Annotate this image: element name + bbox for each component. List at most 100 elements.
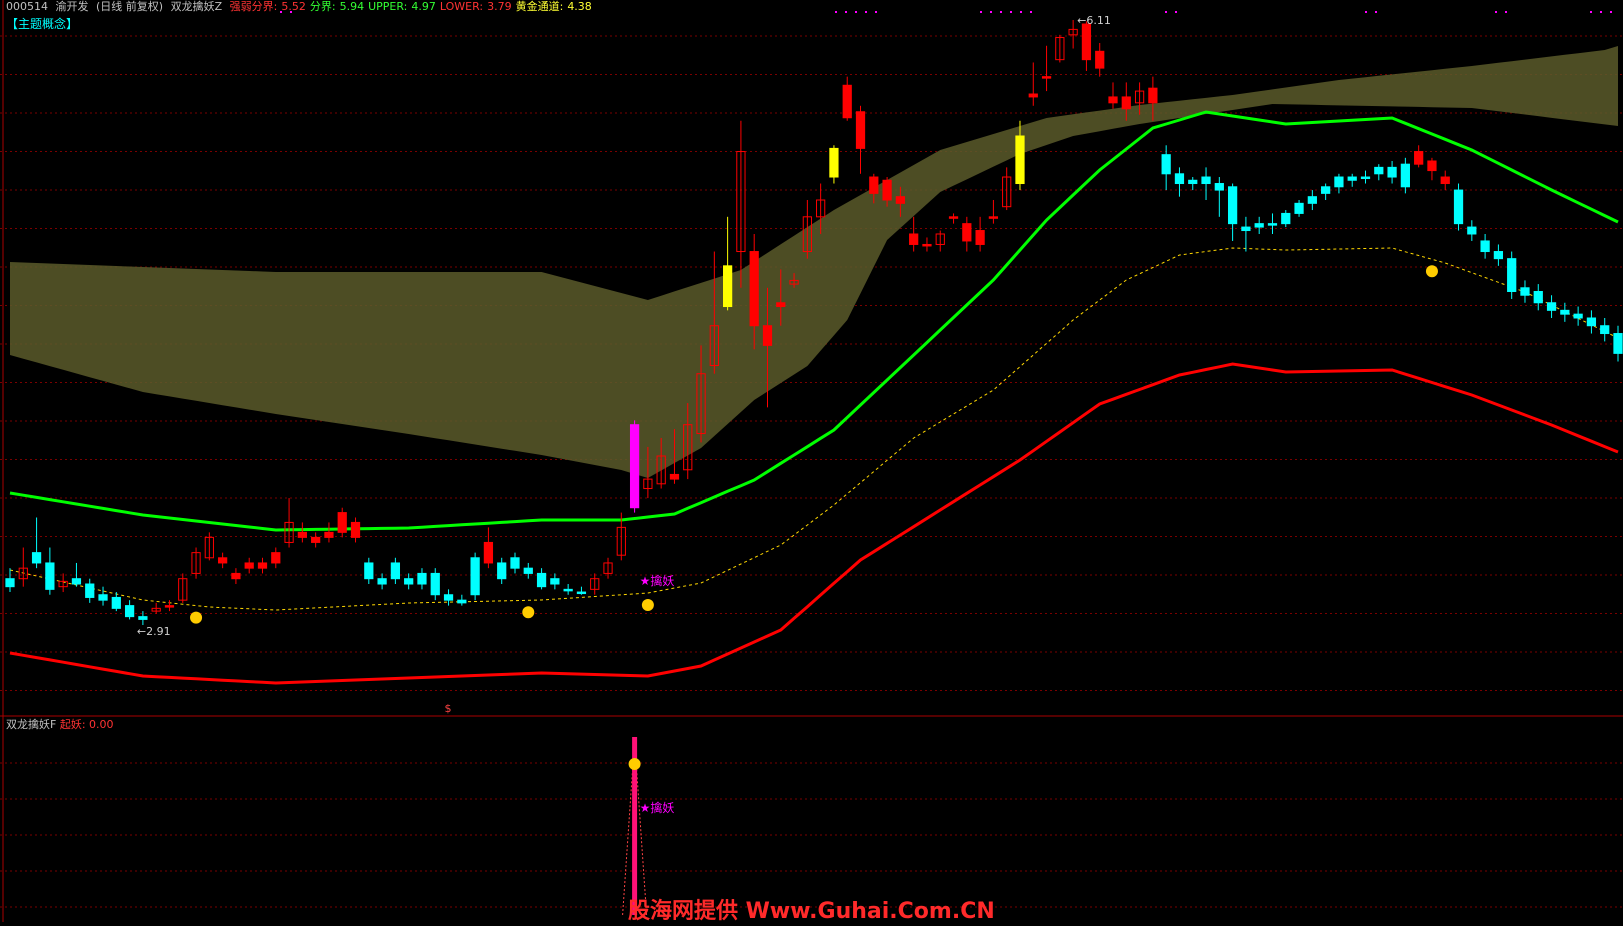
candle-body (1201, 176, 1211, 185)
candle-body (1493, 251, 1504, 260)
candle-body (1374, 166, 1384, 175)
candle-body (390, 562, 401, 580)
candle-body (1414, 151, 1424, 165)
candle-body (497, 562, 507, 580)
signal-dot (1600, 11, 1602, 13)
header-item-value: 4.38 (567, 0, 592, 13)
lower-indicator-value: 0.00 (89, 718, 114, 731)
candle-body (1081, 23, 1092, 61)
candle-body (1360, 176, 1371, 180)
lower-indicator-name: 双龙擒妖F (6, 718, 57, 731)
lower-line (9, 362, 1619, 685)
candle-body (723, 265, 733, 308)
candle-body (829, 147, 839, 178)
signal-dot (1010, 11, 1012, 13)
stock-name: 渝开发 (55, 0, 89, 13)
candle-body (1214, 183, 1224, 191)
signal-dot (1365, 11, 1367, 13)
candle-body (1586, 317, 1597, 327)
candle-body (1174, 173, 1185, 185)
candle-body (45, 562, 55, 590)
candle-body (1188, 179, 1198, 185)
signal-dot (875, 11, 877, 13)
candle-body (1507, 258, 1517, 292)
candle-body (430, 572, 440, 596)
candle-body (869, 176, 879, 194)
smiley-icon (641, 599, 654, 611)
high-price-label: ←6.11 (1077, 14, 1111, 27)
candle-body (909, 233, 919, 245)
candle-body (297, 531, 307, 538)
theme-concept-link[interactable]: 【主题概念】 (6, 15, 78, 32)
candle-body (1427, 160, 1437, 172)
candle-body (1440, 176, 1450, 185)
signal-dot (1030, 11, 1032, 13)
signal-dot (1590, 11, 1592, 13)
candle-body (536, 572, 547, 588)
candle-body (988, 216, 999, 219)
signal-dot (1495, 11, 1497, 13)
candle-body (457, 599, 467, 604)
candle-body (337, 512, 347, 533)
candle-body (1480, 240, 1490, 253)
candle-body (271, 552, 281, 564)
header-item-value: 5.52 (281, 0, 306, 13)
candle-body (324, 531, 334, 538)
header-item-label: 分界: (309, 0, 336, 13)
candle-body (377, 578, 387, 585)
candle-body (218, 557, 228, 564)
candle-body (1307, 196, 1317, 204)
indicator-name: 双龙擒妖Z (170, 0, 223, 13)
candle-body (417, 572, 427, 585)
candle-body (85, 583, 95, 598)
candle-body (1161, 154, 1171, 175)
lower-indicator-label: 起妖: (59, 718, 86, 731)
candle-body (1267, 223, 1278, 226)
chart-stage: ←6.11 ←2.91 ★擒妖 $ ★擒妖 000514 渝开发 (日线 前复权) 双龙… (0, 0, 1623, 924)
signal-dot (980, 11, 982, 13)
signal-dot (1020, 11, 1022, 13)
low-price-label: ←2.91 (137, 625, 171, 638)
candle-body (510, 557, 520, 569)
candle-body (164, 605, 175, 608)
lower-panel-header: 双龙擒妖F 起妖: 0.00 (6, 718, 114, 731)
candle-body (1041, 76, 1052, 79)
candle-body (5, 578, 15, 588)
candle-body (138, 616, 148, 620)
candle-body (1254, 223, 1264, 228)
candle-body (1347, 176, 1357, 181)
signal-label: ★擒妖 (640, 573, 675, 588)
candle-body (1520, 287, 1530, 296)
candle-body (776, 302, 786, 308)
signal-dot (1505, 11, 1507, 13)
candle-body (71, 578, 82, 585)
signal-dot (1375, 11, 1377, 13)
candle-body (470, 557, 480, 596)
header-item-value: 5.94 (339, 0, 365, 13)
candle-body (1334, 176, 1344, 188)
candle-body (1121, 96, 1131, 110)
candle-body (1294, 202, 1304, 214)
period-label: (日线 前复权) (96, 0, 164, 13)
candle-body (1028, 93, 1038, 98)
candle-body (231, 572, 241, 580)
candlestick-chart: ←6.11 ←2.91 ★擒妖 $ ★擒妖 (0, 0, 1623, 922)
candle-body (842, 84, 852, 119)
moneybag-icon (628, 758, 641, 770)
header-item-value: 4.97 (411, 0, 436, 13)
candle-body (31, 552, 42, 564)
candle-body (669, 473, 680, 480)
candle-body (443, 594, 454, 601)
candle-body (855, 111, 866, 149)
candle-body (563, 588, 573, 592)
candle-body (576, 591, 587, 595)
candle-body (1148, 87, 1158, 104)
candle-body (882, 179, 892, 201)
channel-band (10, 46, 1618, 478)
header-item-label: LOWER: (439, 0, 484, 13)
smiley-icon (522, 606, 535, 619)
signal-dot (865, 11, 867, 13)
candle-body (629, 424, 640, 509)
candle-body (922, 243, 932, 247)
header-items: 强弱分界: 5.52 分界: 5.94 UPPER: 4.97 LOWER: 3.79 黄金通道… (230, 0, 596, 13)
